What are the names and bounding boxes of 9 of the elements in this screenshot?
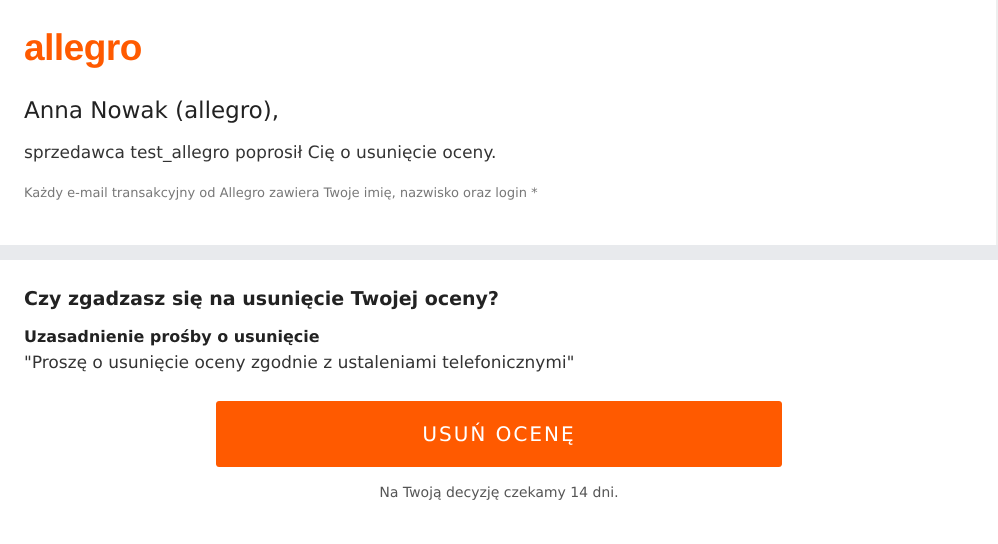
reason-label: Uzasadnienie prośby o usunięcie [24,326,321,348]
greeting: Anna Nowak (allegro), [24,97,280,126]
notice: Każdy e-mail transakcyjny od Allegro zawiera Twoje imię, nazwisko oraz login * [24,185,539,203]
reason-text: "Proszę o usunięcie oceny zgodnie z ustaleniami telefonicznymi" [24,352,576,375]
footnote: Na Twoją decyzję czekamy 14 dni. [379,485,619,501]
question: Czy zgadzasz się na usunięcie Twojej oceny? [24,287,500,312]
message: sprzedawca test_allegro poprosił Cię o usunięcie oceny. [24,142,498,165]
remove-rating-button[interactable]: USUŃ OCENĘ [216,401,782,467]
logo: allegro [24,26,143,70]
